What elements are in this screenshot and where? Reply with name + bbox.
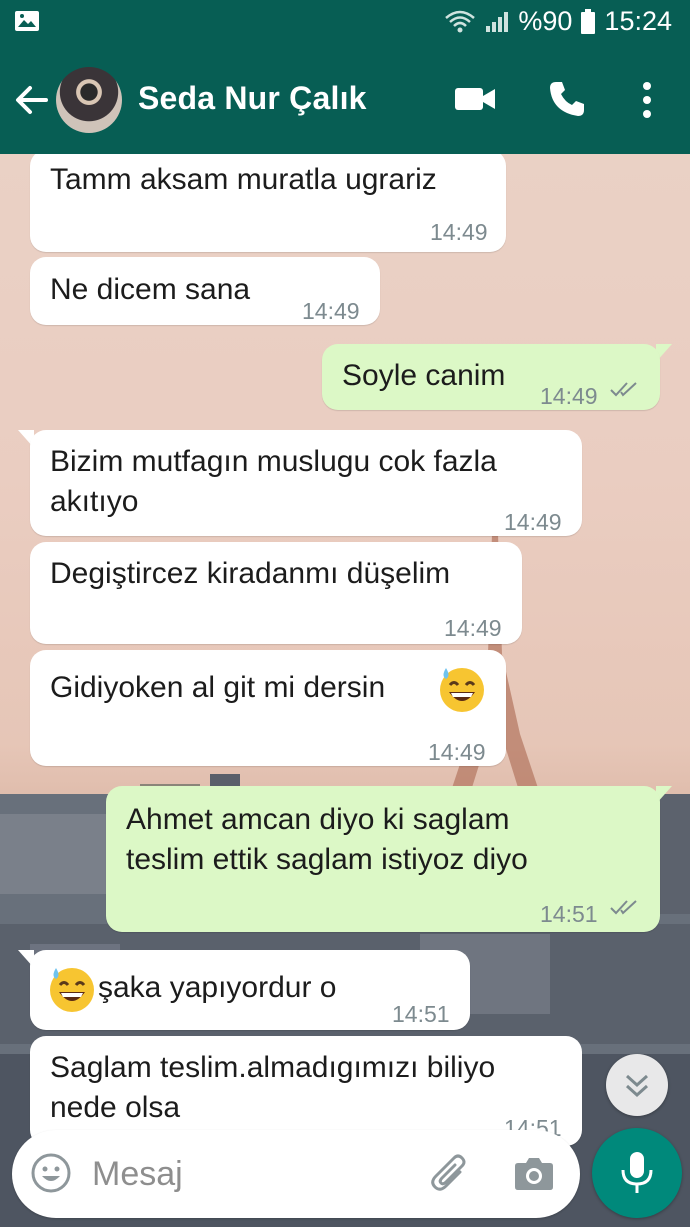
grinning-sweat-emoji [50,968,94,1012]
camera-icon[interactable] [514,1154,554,1192]
contact-avatar[interactable] [56,67,122,133]
message-text: Bizim mutfagın muslugu cok fazla [50,445,497,478]
message-time: 14:49 [302,298,360,324]
message-time: 14:49 [428,739,486,765]
message-text: Degiştircez kiradanmı düşelim [50,557,451,590]
message-text: Ahmet amcan diyo ki saglam [126,803,510,836]
message-text: Soyle canim [342,359,506,392]
message-bubble[interactable]: Gidiyoken al git mi dersin 14:49 [30,650,506,766]
message-text: Saglam teslim.almadıgımızı biliyo [50,1051,496,1084]
battery-percent: %90 [518,6,573,36]
clock: 15:24 [604,6,672,36]
message-time: 14:49 [430,219,488,245]
message-time: 14:49 [504,509,562,535]
message-text: nede olsa [50,1091,181,1124]
battery-icon [581,8,596,34]
contact-name[interactable]: Seda Nur Çalık [138,80,367,117]
voice-message-button[interactable] [592,1128,682,1218]
microphone-icon [621,1152,653,1193]
chat-area[interactable]: Tamm aksam muratla ugrariz 14:49 Ne dice… [0,154,690,1227]
message-time: 14:51 [540,901,598,927]
grinning-sweat-emoji [440,668,484,712]
message-input[interactable] [92,1150,392,1198]
message-time: 14:51 [392,1001,450,1027]
scroll-to-bottom-button[interactable] [606,1054,668,1116]
message-text: akıtıyo [50,485,139,518]
message-bubble[interactable]: Ne dicem sana 14:49 [30,257,380,325]
message-bubble[interactable]: Tamm aksam muratla ugrariz 14:49 [30,154,506,252]
signal-icon [486,11,509,32]
gallery-notification-icon [15,11,39,31]
message-time: 14:49 [540,383,598,409]
message-bubble[interactable]: Ahmet amcan diyo ki saglam teslim ettik … [106,786,660,932]
message-text: teslim ettik saglam istiyoz diyo [126,843,528,876]
voice-call-icon[interactable] [548,80,586,118]
chat-header: Seda Nur Çalık [0,44,690,154]
status-bar: %90 15:24 [0,0,690,44]
message-text: şaka yapıyordur o [98,971,337,1004]
read-receipt-icon [610,382,637,397]
emoji-icon[interactable] [30,1152,72,1194]
message-bubble[interactable]: Degiştircez kiradanmı düşelim 14:49 [30,542,522,644]
wifi-icon [445,10,476,32]
message-text: Tamm aksam muratla ugrariz [50,163,437,196]
more-options-icon[interactable] [636,80,658,120]
video-call-icon[interactable] [454,84,496,114]
back-arrow-icon[interactable] [12,80,52,120]
message-text: Ne dicem sana [50,273,251,306]
double-chevron-down-icon [625,1074,649,1098]
message-text: Gidiyoken al git mi dersin [50,671,386,704]
message-time: 14:49 [444,615,502,641]
message-composer [12,1130,580,1218]
message-bubble[interactable]: şaka yapıyordur o 14:51 [30,950,470,1030]
message-bubble[interactable]: Bizim mutfagın muslugu cok fazla akıtıyo… [30,430,582,536]
attach-icon[interactable] [430,1152,470,1196]
message-bubble[interactable]: Soyle canim 14:49 [322,344,660,410]
read-receipt-icon [610,900,637,915]
